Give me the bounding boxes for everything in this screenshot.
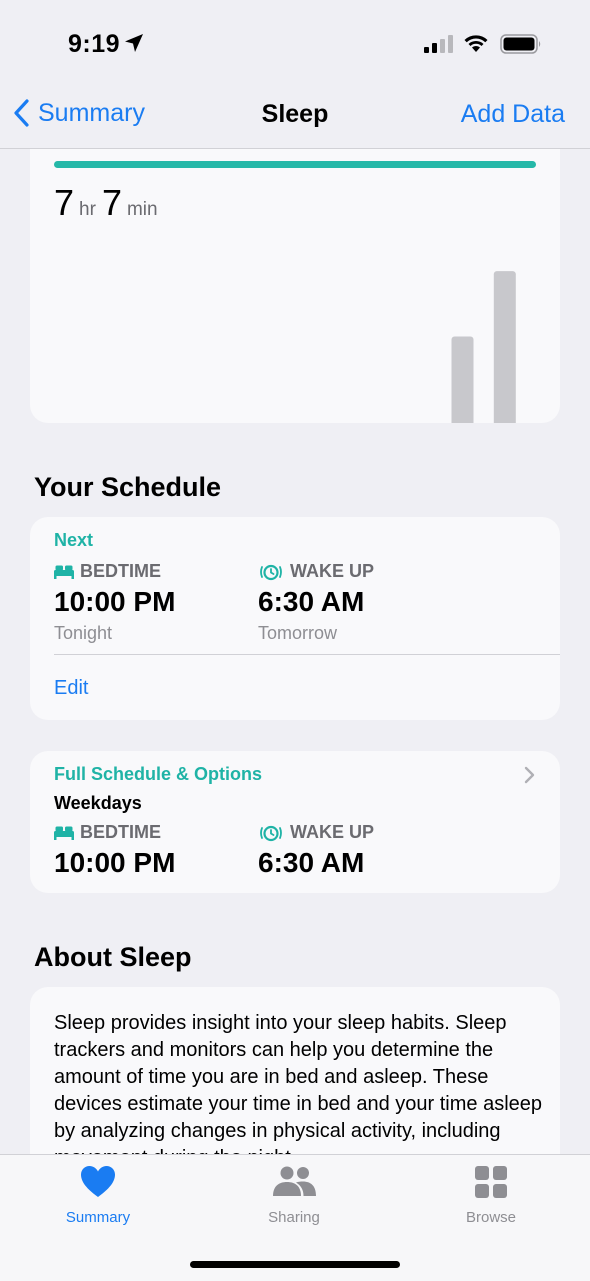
full-wake-label: WAKE UP [258, 822, 374, 843]
full-schedule-title: Full Schedule & Options [54, 764, 263, 784]
heart-icon [81, 1166, 115, 1197]
about-card: Sleep provides insight into your sleep h… [30, 987, 560, 1154]
grid-icon [475, 1166, 507, 1198]
wake-sub: Tomorrow [258, 623, 338, 643]
battery-icon [500, 34, 541, 54]
location-arrow-icon [125, 34, 143, 52]
schedule-days: Weekdays [54, 793, 142, 813]
about-text: Sleep provides insight into your sleep h… [54, 1012, 543, 1154]
next-label: Next [54, 530, 94, 550]
next-schedule-card: Next BEDTIME 10:00 PM Tonight WAKE UP 6:… [30, 517, 560, 720]
wifi-icon [464, 35, 488, 52]
bed-icon [54, 826, 74, 840]
card-divider [54, 654, 560, 655]
chart-bar [493, 271, 516, 423]
bed-icon [54, 565, 74, 579]
alarm-icon [260, 564, 282, 580]
scroll-content[interactable]: 7 hr 7 min TWTFSSM Your Schedule Next BE… [0, 148, 590, 1154]
edit-schedule-button[interactable]: Edit [54, 677, 88, 700]
full-wake-value: 6:30 AM [258, 847, 365, 878]
alarm-icon [260, 825, 282, 841]
bedtime-value: 10:00 PM [54, 586, 176, 617]
full-bedtime-value: 10:00 PM [54, 847, 176, 878]
status-bar: 9:19 [0, 0, 590, 86]
sleep-bar-chart: TWTFSSM [451, 271, 516, 423]
tab-bar: Summary Sharing Browse [0, 1154, 590, 1281]
home-indicator [190, 1261, 400, 1268]
full-schedule-card[interactable]: Full Schedule & Options Weekdays BEDTIME… [30, 751, 560, 893]
wake-label: WAKE UP [258, 561, 374, 582]
chevron-right-icon [524, 766, 535, 784]
tab-sharing[interactable]: Sharing [229, 1165, 359, 1226]
bedtime-sub: Tonight [54, 623, 113, 643]
sleep-chart-card[interactable]: 7 hr 7 min TWTFSSM [30, 148, 560, 423]
navigation-bar: Summary Sleep Add Data [0, 86, 590, 149]
add-data-button[interactable]: Add Data [461, 100, 565, 129]
status-time: 9:19 [68, 30, 121, 58]
bedtime-label: BEDTIME [54, 561, 161, 582]
full-bedtime-label: BEDTIME [54, 822, 161, 843]
wake-value: 6:30 AM [258, 586, 365, 617]
chart-bar [451, 336, 474, 423]
people-icon [273, 1166, 316, 1196]
about-section-title: About Sleep [34, 942, 192, 972]
cellular-signal-icon [424, 35, 453, 53]
schedule-section-title: Your Schedule [34, 472, 222, 502]
tab-summary[interactable]: Summary [33, 1165, 163, 1226]
tab-browse[interactable]: Browse [426, 1165, 556, 1226]
sleep-goal-line [54, 161, 536, 168]
